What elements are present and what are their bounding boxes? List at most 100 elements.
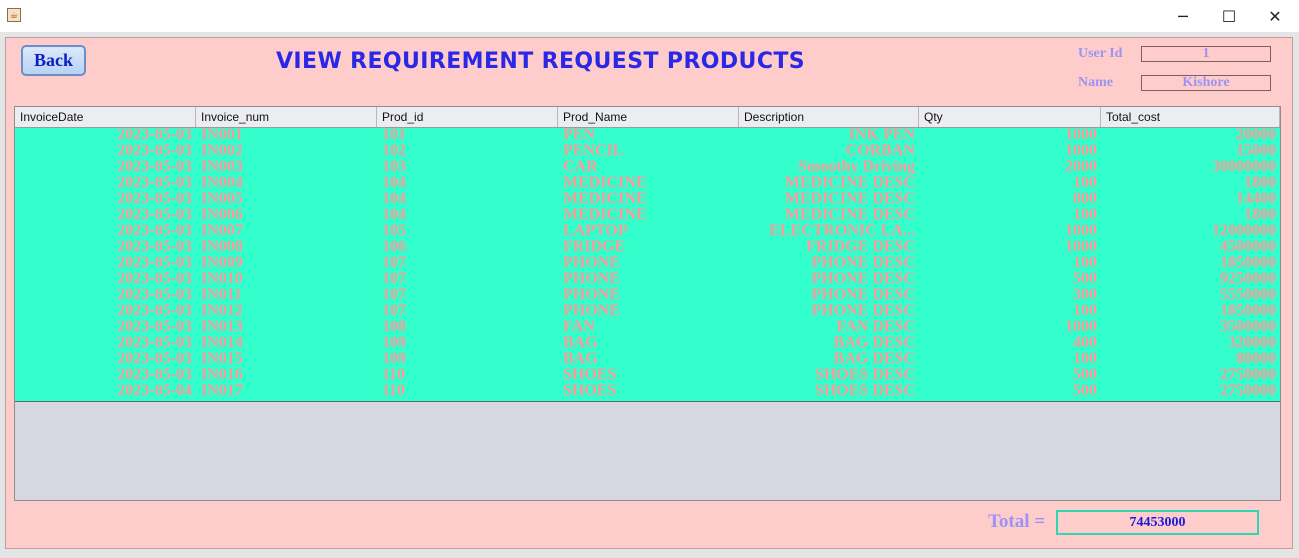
table-row[interactable]: 2023-05-03 IN001 101 PEN INK PEN 1000 20000 xyxy=(15,128,1280,144)
table-row[interactable]: 2023-05-03 IN005 104 MEDICINE MEDICINE DESC 8… xyxy=(15,192,1280,208)
table-cell: 300 xyxy=(1073,288,1097,303)
table-cell: MEDICINE xyxy=(563,176,647,191)
table-cell: 2023-05-03 xyxy=(117,144,192,159)
table-cell: 80000 xyxy=(1236,352,1276,367)
table-cell: 2023-05-03 xyxy=(117,256,192,271)
table-cell: MEDICINE DESC xyxy=(784,192,915,207)
table-cell: BAG xyxy=(563,336,598,351)
table-cell: 100 xyxy=(1073,176,1097,191)
table-cell: CORBAN xyxy=(845,144,915,159)
page-title: VIEW REQUIREMENT REQUEST PRODUCTS xyxy=(276,49,806,74)
table-cell: PHONE DESC xyxy=(811,304,915,319)
table-cell: ELECTRONIC LA... xyxy=(769,224,915,239)
table-cell: IN004 xyxy=(201,176,243,191)
table-cell: 105 xyxy=(382,224,406,239)
table-cell: 108 xyxy=(382,320,406,335)
table-cell: IN003 xyxy=(201,160,243,175)
table-row[interactable]: 2023-05-03 IN012 107 PHONE PHONE DESC 100 1850… xyxy=(15,304,1280,320)
maximize-button[interactable]: ☐ xyxy=(1206,0,1252,32)
table-cell: 107 xyxy=(382,288,406,303)
table-row[interactable]: 2023-05-03 IN014 109 BAG BAG DESC 400 320000 xyxy=(15,336,1280,352)
table-header: InvoiceDate Invoice_num Prod_id Prod_Name De… xyxy=(15,107,1280,128)
table-cell: FRIDGE DESC xyxy=(806,240,915,255)
table-cell: 1000 xyxy=(1065,224,1097,239)
table-cell: PHONE DESC xyxy=(811,256,915,271)
column-header-description[interactable]: Description xyxy=(739,107,919,127)
table-cell: 1000 xyxy=(1065,320,1097,335)
table-cell: IN005 xyxy=(201,192,243,207)
table-cell: IN016 xyxy=(201,368,243,383)
table-cell: 9250000 xyxy=(1220,272,1276,287)
table-cell: 2023-05-03 xyxy=(117,240,192,255)
table-cell: PHONE xyxy=(563,304,620,319)
table-cell: 400 xyxy=(1073,336,1097,351)
column-header-invoice-num[interactable]: Invoice_num xyxy=(196,107,377,127)
close-button[interactable]: ✕ xyxy=(1252,0,1298,32)
table-row[interactable]: 2023-05-03 IN004 104 MEDICINE MEDICINE DESC 1… xyxy=(15,176,1280,192)
table-cell: 2023-05-03 xyxy=(117,336,192,351)
table-cell: LAPTOP xyxy=(563,224,628,239)
table-cell: 14400 xyxy=(1236,192,1276,207)
table-cell: 100 xyxy=(1073,256,1097,271)
minimize-button[interactable]: ─ xyxy=(1160,0,1206,32)
products-table[interactable]: InvoiceDate Invoice_num Prod_id Prod_Name De… xyxy=(14,106,1281,501)
table-cell: 2023-05-03 xyxy=(117,208,192,223)
table-cell: PENCIL xyxy=(563,144,624,159)
table-cell: IN011 xyxy=(201,288,242,303)
table-cell: 2023-05-03 xyxy=(117,288,192,303)
table-cell: 5550000 xyxy=(1220,288,1276,303)
back-button[interactable]: Back xyxy=(21,45,86,76)
table-cell: 103 xyxy=(382,160,406,175)
table-row[interactable]: 2023-05-03 IN008 106 FRIDGE FRIDGE DESC 1000 4… xyxy=(15,240,1280,256)
table-row[interactable]: 2023-05-03 IN009 107 PHONE PHONE DESC 100 1850… xyxy=(15,256,1280,272)
table-row[interactable]: 2023-05-03 IN003 103 CAR Smoothy Driving 2000… xyxy=(15,160,1280,176)
table-cell: 100 xyxy=(1073,304,1097,319)
table-cell: 110 xyxy=(382,368,406,383)
table-cell: IN007 xyxy=(201,224,243,239)
table-cell: IN012 xyxy=(201,304,243,319)
table-cell: 12000000 xyxy=(1212,224,1276,239)
table-cell: 1000 xyxy=(1065,144,1097,159)
total-label: Total = xyxy=(988,511,1046,532)
table-cell: 30000000 xyxy=(1212,160,1276,175)
table-cell: BAG xyxy=(563,352,598,367)
close-icon: ✕ xyxy=(1268,6,1282,26)
table-cell: PHONE DESC xyxy=(811,288,915,303)
table-cell: 106 xyxy=(382,240,406,255)
table-cell: 800 xyxy=(1073,192,1097,207)
table-body[interactable]: 2023-05-03 IN001 101 PEN INK PEN 1000 20000 202… xyxy=(15,128,1280,402)
table-row[interactable]: 2023-05-03 IN013 108 FAN FAN DESC 1000 3500000 xyxy=(15,320,1280,336)
table-cell: 500 xyxy=(1073,272,1097,287)
minimize-icon: ─ xyxy=(1178,6,1188,26)
table-cell: 2023-05-03 xyxy=(117,224,192,239)
name-field[interactable]: Kishore xyxy=(1141,75,1271,91)
column-header-prod-name[interactable]: Prod_Name xyxy=(558,107,739,127)
table-row[interactable]: 2023-05-03 IN016 110 SHOES SHOES DESC 500 2750… xyxy=(15,368,1280,384)
total-field[interactable]: 74453000 xyxy=(1056,510,1259,535)
table-cell: IN017 xyxy=(201,384,243,399)
table-cell: 2750000 xyxy=(1220,368,1276,383)
table-row[interactable]: 2023-05-04 IN017 110 SHOES SHOES DESC 500 2750… xyxy=(15,384,1280,400)
table-cell: 4500000 xyxy=(1220,240,1276,255)
column-header-qty[interactable]: Qty xyxy=(919,107,1101,127)
column-header-prod-id[interactable]: Prod_id xyxy=(377,107,558,127)
table-cell: 101 xyxy=(382,128,406,143)
table-cell: 1850000 xyxy=(1220,256,1276,271)
user-id-field[interactable]: 1 xyxy=(1141,46,1271,62)
column-header-invoicedate[interactable]: InvoiceDate xyxy=(15,107,196,127)
table-row[interactable]: 2023-05-03 IN007 105 LAPTOP ELECTRONIC LA...… xyxy=(15,224,1280,240)
table-cell: 2023-05-03 xyxy=(117,128,192,143)
table-cell: 500 xyxy=(1073,384,1097,399)
table-cell: 2023-05-03 xyxy=(117,320,192,335)
table-row[interactable]: 2023-05-03 IN002 102 PENCIL CORBAN 1000 15000 xyxy=(15,144,1280,160)
table-row[interactable]: 2023-05-03 IN006 104 MEDICINE MEDICINE DESC 1… xyxy=(15,208,1280,224)
table-cell: 104 xyxy=(382,192,406,207)
table-cell: FAN xyxy=(563,320,595,335)
column-header-total-cost[interactable]: Total_cost xyxy=(1101,107,1280,127)
table-row[interactable]: 2023-05-03 IN015 109 BAG BAG DESC 100 80000 xyxy=(15,352,1280,368)
table-row[interactable]: 2023-05-03 IN011 107 PHONE PHONE DESC 300 5550… xyxy=(15,288,1280,304)
table-row[interactable]: 2023-05-03 IN010 107 PHONE PHONE DESC 500 9250… xyxy=(15,272,1280,288)
table-cell: 1000 xyxy=(1065,240,1097,255)
table-cell: PHONE xyxy=(563,272,620,287)
table-cell: INK PEN xyxy=(848,128,915,143)
